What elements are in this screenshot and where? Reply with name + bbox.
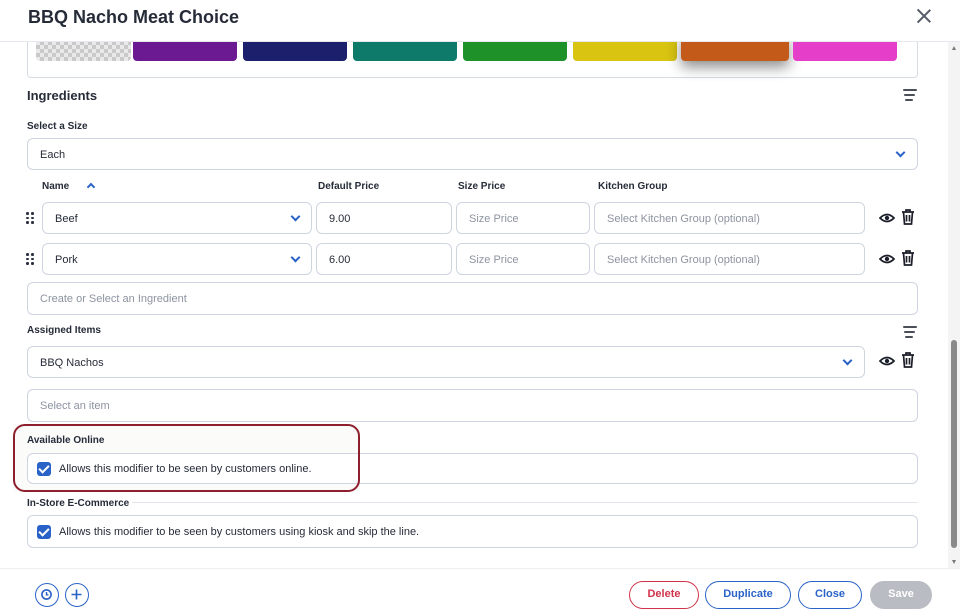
scroll-up-arrow[interactable] [952,46,956,50]
dialog-footer: Delete Duplicate Close Save [0,568,960,616]
default-price-input[interactable]: 9.00 [316,202,452,234]
kitchen-group-placeholder: Select Kitchen Group (optional) [607,254,760,266]
assigned-items-heading: Assigned Items [27,325,101,336]
ingredient-name-select[interactable]: Pork [42,243,312,275]
chevron-down-icon [842,355,853,366]
select-item-placeholder: Select an item [40,400,110,412]
default-price-input[interactable]: 6.00 [316,243,452,275]
size-select[interactable]: Each [27,138,918,170]
section-divider [132,502,918,503]
scroll-down-arrow[interactable] [952,560,956,564]
eye-icon[interactable] [879,252,895,266]
swatch-purple[interactable] [133,42,237,61]
size-price-input[interactable]: Size Price [456,202,590,234]
history-button[interactable] [35,583,59,607]
sort-ascending-icon[interactable] [86,182,96,192]
assigned-reorder-icon[interactable] [903,326,917,338]
highlight-ring [13,424,360,492]
assigned-item-select[interactable]: BBQ Nachos [27,346,865,378]
clock-icon [41,589,52,600]
create-ingredient-placeholder: Create or Select an Ingredient [40,293,187,305]
default-price-value: 6.00 [329,254,351,266]
swatch-teal[interactable] [353,42,457,61]
default-price-value: 9.00 [329,213,351,225]
chevron-down-icon [290,252,301,263]
dialog-content: Ingredients Select a Size Each Name Defa… [0,42,948,568]
delete-button[interactable]: Delete [629,581,699,609]
swatch-green[interactable] [463,42,567,61]
size-value: Each [40,149,66,161]
ingredients-heading: Ingredients [27,88,98,103]
trash-icon[interactable] [901,352,915,368]
size-label: Select a Size [27,121,88,132]
close-button[interactable]: Close [798,581,862,609]
ingredients-reorder-icon[interactable] [903,89,917,101]
save-button[interactable]: Save [870,581,932,609]
in-store-ecommerce-option[interactable]: Allows this modifier to be seen by custo… [27,515,918,548]
col-kitchen-group: Kitchen Group [598,181,668,192]
chevron-down-icon [290,211,301,222]
select-item-input[interactable]: Select an item [27,389,918,422]
kitchen-group-select[interactable]: Select Kitchen Group (optional) [594,243,865,275]
plus-icon [71,589,82,600]
swatch-pink[interactable] [793,42,897,61]
swatch-transparent[interactable] [36,42,131,61]
swatch-navy[interactable] [243,42,347,61]
eye-icon[interactable] [879,354,895,368]
trash-icon[interactable] [901,250,915,266]
create-ingredient-input[interactable]: Create or Select an Ingredient [27,282,918,315]
size-price-input[interactable]: Size Price [456,243,590,275]
ingredient-name-select[interactable]: Beef [42,202,312,234]
col-size-price: Size Price [458,181,506,192]
color-swatch-picker [27,42,918,78]
assigned-item-value: BBQ Nachos [40,357,104,369]
add-button[interactable] [65,583,89,607]
eye-icon[interactable] [879,211,895,225]
col-name[interactable]: Name [42,181,69,192]
trash-icon[interactable] [901,209,915,225]
chevron-down-icon [895,147,906,158]
kitchen-group-select[interactable]: Select Kitchen Group (optional) [594,202,865,234]
size-price-placeholder: Size Price [469,213,519,225]
ingredient-name: Beef [55,213,78,225]
dialog-title: BBQ Nacho Meat Choice [28,7,240,27]
drag-handle-icon[interactable] [26,212,34,224]
size-price-placeholder: Size Price [469,254,519,266]
swatch-yellow[interactable] [573,42,677,61]
close-icon[interactable] [914,6,934,26]
col-default-price: Default Price [318,181,380,192]
in-store-ecommerce-checkbox[interactable] [37,525,51,539]
drag-handle-icon[interactable] [26,253,34,265]
scrollbar[interactable] [948,42,960,568]
in-store-ecommerce-text: Allows this modifier to be seen by custo… [59,526,420,538]
duplicate-button[interactable]: Duplicate [705,581,791,609]
kitchen-group-placeholder: Select Kitchen Group (optional) [607,213,760,225]
scrollbar-thumb[interactable] [951,340,957,548]
swatch-orange-selected[interactable] [681,42,789,61]
in-store-ecommerce-label: In-Store E-Commerce [27,498,130,509]
dialog-header: BBQ Nacho Meat Choice [0,0,960,42]
ingredient-name: Pork [55,254,78,266]
